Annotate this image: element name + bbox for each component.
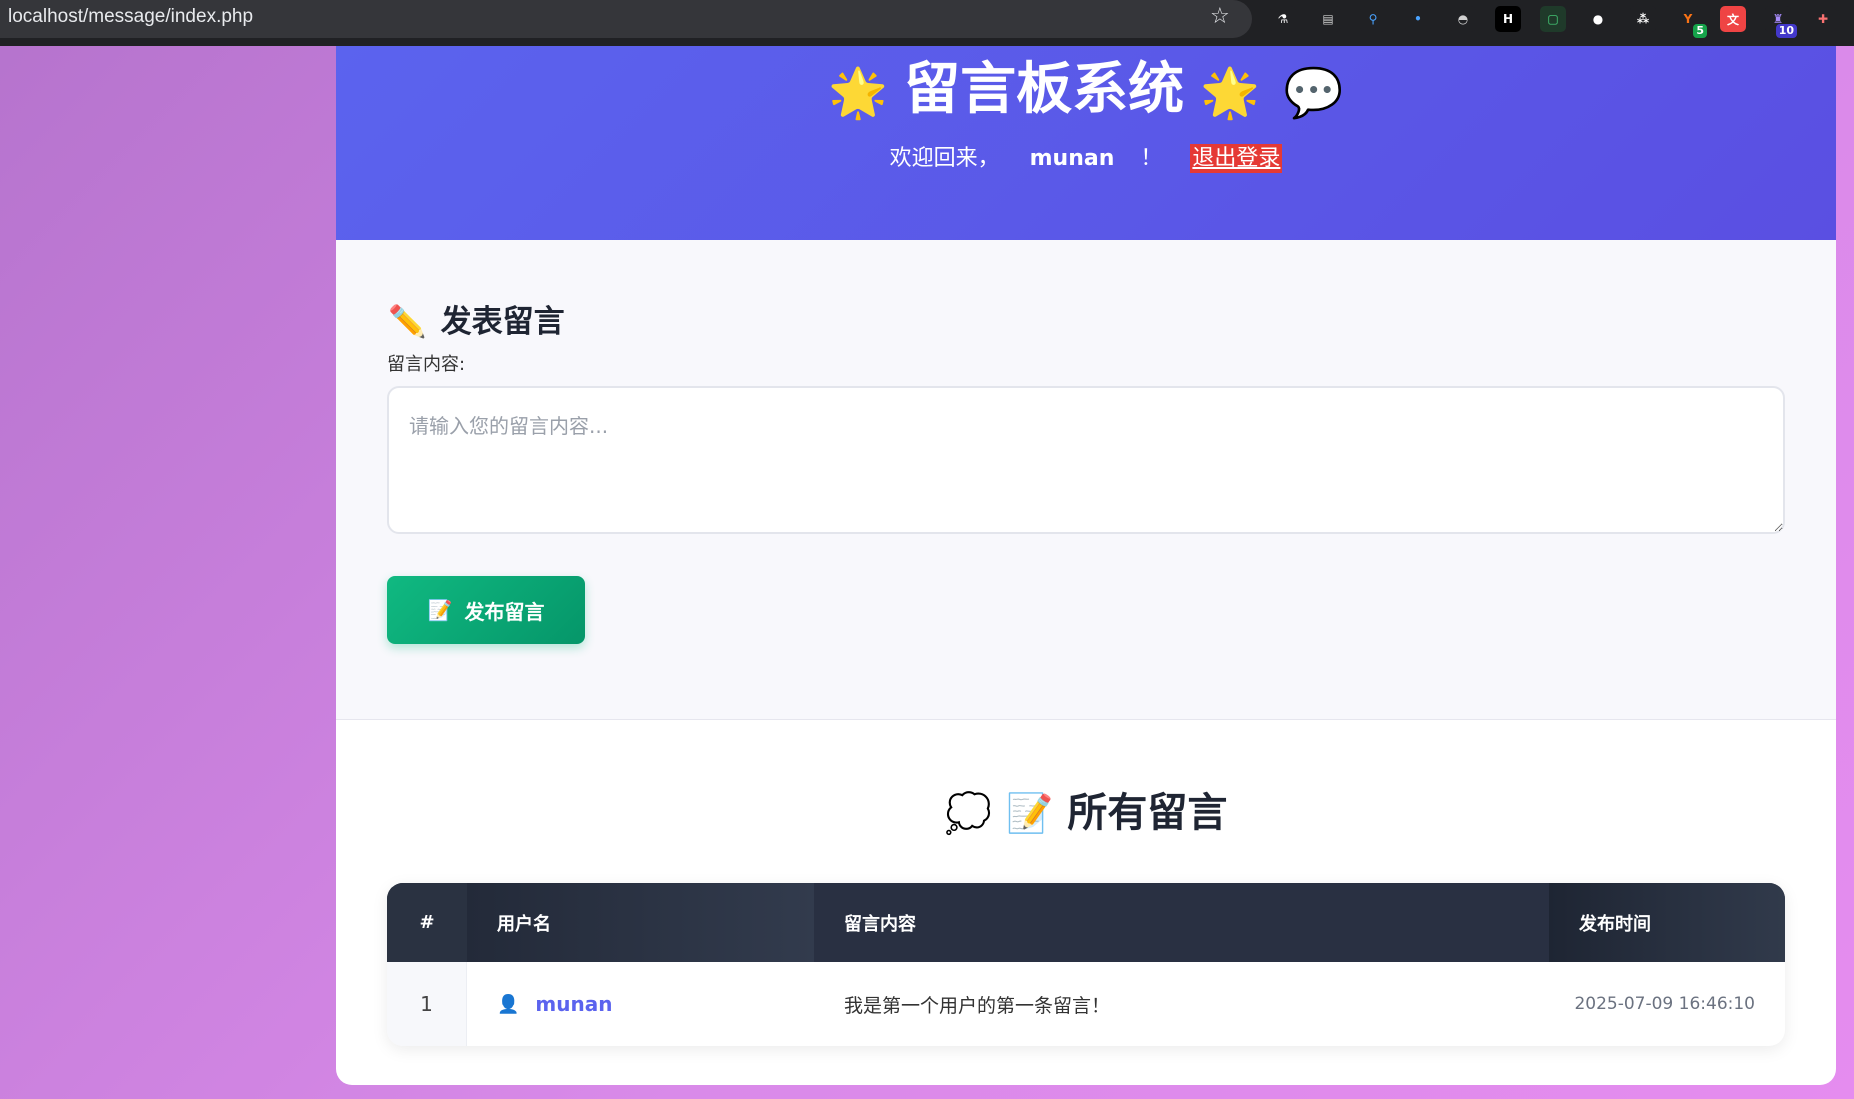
message-board-card: 🌟 留言板系统 🌟 💬 欢迎回来， munan ！ 退出登录 ✏️ 发表留言 留言内容: 📝 发… (336, 46, 1836, 1085)
square-icon-glyph: ▢ (1547, 12, 1559, 26)
star-icon: 🌟 (828, 64, 889, 121)
fox-icon-glyph: Y (1683, 12, 1693, 26)
memo-icon: 📝 (1006, 791, 1054, 835)
user-icon: 👤 (497, 993, 520, 1015)
welcome-prefix: 欢迎回来， (889, 146, 1000, 171)
extensions-toolbar: ⚗ ▤ ⚲ • ◓ H ▢ ● ⁂ Y 5 文 ♜ 10 ✚ (1270, 4, 1836, 38)
row-username[interactable]: munan (535, 992, 612, 1016)
post-section-title: ✏️ 发表留言 (388, 296, 565, 341)
pin-icon[interactable]: ⚲ (1360, 6, 1386, 32)
flask-icon[interactable]: ⚗ (1270, 6, 1296, 32)
row-num: 1 (387, 962, 467, 1046)
column-header-content: 留言内容 (814, 883, 1549, 962)
pencil-icon: ✏️ (388, 304, 427, 340)
star-icon: 🌟 (1200, 64, 1260, 121)
bird-icon-glyph: • (1414, 12, 1422, 26)
extension-badge: 5 (1693, 24, 1707, 38)
bookmark-star-icon[interactable]: ☆ (1210, 4, 1230, 29)
table-row: 1 👤 munan 我是第一个用户的第一条留言！ 2025-07-09 16:46… (387, 962, 1785, 1046)
message-content-input[interactable] (387, 386, 1785, 534)
post-section-title-text: 发表留言 (440, 304, 565, 340)
row-content: 我是第一个用户的第一条留言！ (844, 994, 1111, 1017)
row-username-cell: 👤 munan (467, 962, 814, 1046)
memo-icon: 📝 (427, 598, 453, 622)
submit-message-button[interactable]: 📝 发布留言 (387, 576, 585, 644)
messages-section-title: 💭 📝 所有留言 (336, 780, 1836, 838)
flask-icon-glyph: ⚗ (1277, 12, 1289, 26)
table-header: # 用户名 留言内容 发布时间 (387, 883, 1785, 962)
speech-bubble-icon: 💬 (1283, 64, 1344, 121)
post-message-section: ✏️ 发表留言 留言内容: 📝 发布留言 (336, 240, 1836, 720)
bird-icon[interactable]: • (1405, 6, 1431, 32)
circle-icon[interactable]: ● (1585, 6, 1611, 32)
translate-icon-glyph: 文 (1726, 12, 1739, 27)
messages-table: # 用户名 留言内容 发布时间 1 👤 munan 我是第一个用户的第一条留言！ … (387, 883, 1785, 1046)
current-username: munan (1029, 146, 1115, 171)
h-icon[interactable]: H (1495, 6, 1521, 32)
dots-icon-glyph: ⁂ (1636, 12, 1650, 26)
h-icon-glyph: H (1502, 12, 1514, 26)
messages-section-title-text: 所有留言 (1067, 790, 1228, 836)
thought-bubble-icon: 💭 (944, 791, 992, 835)
welcome-suffix: ！ (1140, 146, 1163, 171)
address-bar[interactable]: localhost/message/index.php ☆ (0, 0, 1252, 38)
puzzle-icon-glyph: ✚ (1817, 12, 1829, 26)
page-title: 🌟 留言板系统 🌟 💬 (336, 52, 1836, 131)
welcome-line: 欢迎回来， munan ！ 退出登录 (336, 144, 1836, 174)
page-header: 🌟 留言板系统 🌟 💬 欢迎回来， munan ！ 退出登录 (336, 46, 1836, 240)
submit-message-label: 发布留言 (464, 599, 545, 624)
hat-icon[interactable]: ◓ (1450, 6, 1476, 32)
column-header-username: 用户名 (467, 883, 814, 962)
window-icon[interactable]: ▤ (1315, 6, 1341, 32)
content-label: 留言内容: (387, 354, 466, 375)
puzzle-icon[interactable]: ✚ (1810, 6, 1836, 32)
translate-icon[interactable]: 文 (1720, 6, 1746, 32)
hat-icon-glyph: ◓ (1457, 12, 1469, 26)
page-title-text: 留言板系统 (904, 57, 1185, 122)
column-header-time: 发布时间 (1549, 883, 1785, 962)
wizard-icon[interactable]: ♜ 10 (1765, 6, 1797, 38)
window-icon-glyph: ▤ (1322, 12, 1334, 26)
browser-chrome: localhost/message/index.php ☆ ⚗ ▤ ⚲ • ◓ H ▢ ● ⁂ Y… (0, 0, 1854, 46)
pin-icon-glyph: ⚲ (1368, 12, 1378, 26)
circle-icon-glyph: ● (1592, 12, 1604, 26)
column-header-num: # (387, 883, 467, 962)
extension-badge: 10 (1775, 24, 1797, 38)
fox-icon[interactable]: Y5 (1675, 6, 1707, 38)
url-text[interactable]: localhost/message/index.php (8, 6, 253, 28)
square-icon[interactable]: ▢ (1540, 6, 1566, 32)
messages-section: 💭 📝 所有留言 # 用户名 留言内容 发布时间 1 👤 munan 我是第一个用户的… (336, 720, 1836, 1085)
row-time: 2025-07-09 16:46:10 (1574, 994, 1755, 1014)
dots-icon[interactable]: ⁂ (1630, 6, 1656, 32)
logout-link[interactable]: 退出登录 (1190, 144, 1283, 173)
